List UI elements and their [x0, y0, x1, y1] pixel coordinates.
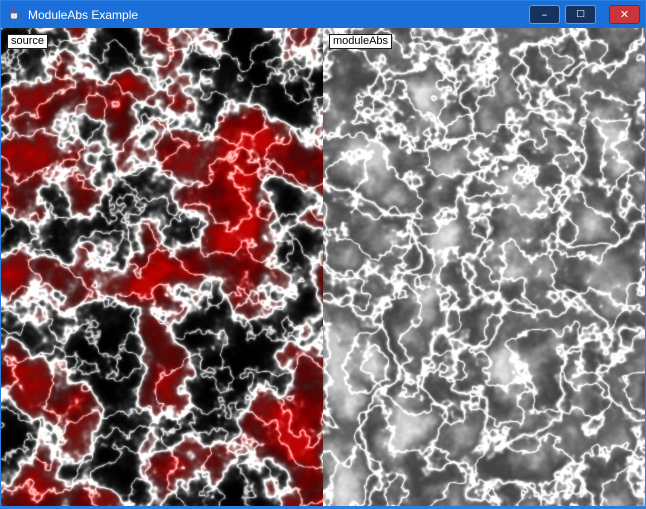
minimize-button[interactable]: – [529, 5, 560, 24]
source-noise-image [1, 28, 323, 506]
window-controls: – □ ✕ [529, 5, 645, 24]
title-bar[interactable]: ModuleAbs Example – □ ✕ [1, 1, 645, 28]
content-area: source moduleAbs [1, 28, 645, 506]
maximize-button[interactable]: □ [565, 5, 596, 24]
close-button[interactable]: ✕ [609, 5, 640, 24]
app-icon [7, 7, 22, 22]
app-window: ModuleAbs Example – □ ✕ source moduleAbs [0, 0, 646, 509]
panel-source: source [1, 28, 323, 506]
panel-moduleabs: moduleAbs [323, 28, 645, 506]
window-title: ModuleAbs Example [28, 8, 138, 22]
panel-label-moduleabs: moduleAbs [329, 34, 392, 49]
moduleabs-noise-image [323, 28, 645, 506]
panel-label-source: source [7, 34, 48, 49]
